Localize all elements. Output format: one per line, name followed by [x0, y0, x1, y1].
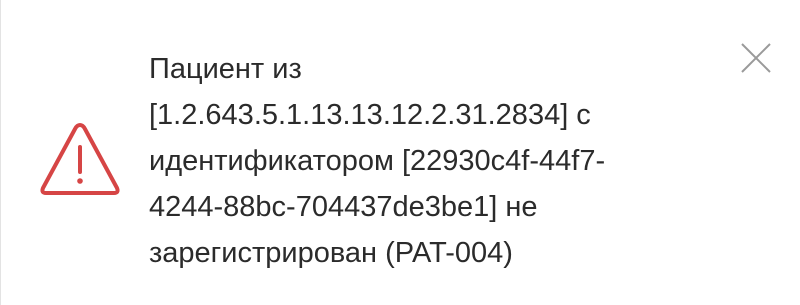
close-icon — [739, 41, 773, 80]
notification-message: Пациент из [1.2.643.5.1.13.13.12.2.31.28… — [149, 53, 606, 269]
warning-triangle-icon — [38, 120, 122, 198]
close-button[interactable] — [736, 40, 776, 80]
warning-notification: Пациент из [1.2.643.5.1.13.13.12.2.31.28… — [0, 0, 800, 305]
